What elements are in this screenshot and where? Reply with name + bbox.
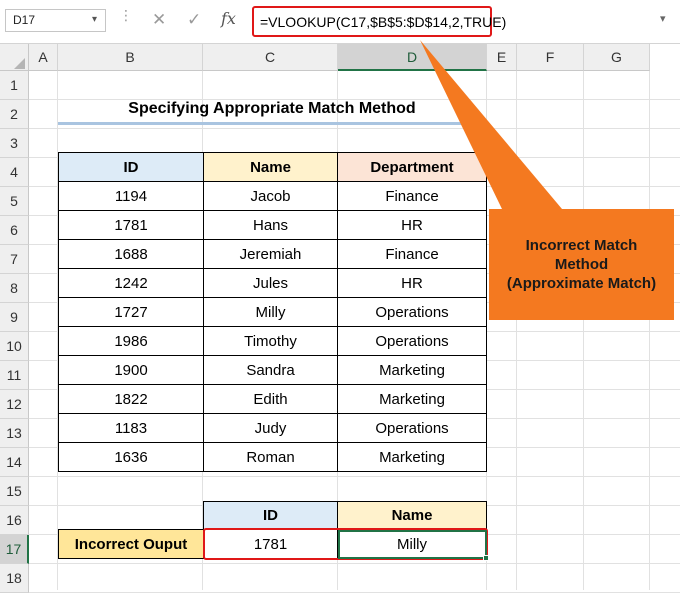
callout-line-2: Method bbox=[554, 256, 609, 273]
callout-line-3: (Approximate Match) bbox=[506, 275, 657, 292]
callout-line-1: Incorrect Match bbox=[525, 237, 638, 254]
callout-box: Incorrect Match Method (Approximate Matc… bbox=[489, 209, 674, 320]
